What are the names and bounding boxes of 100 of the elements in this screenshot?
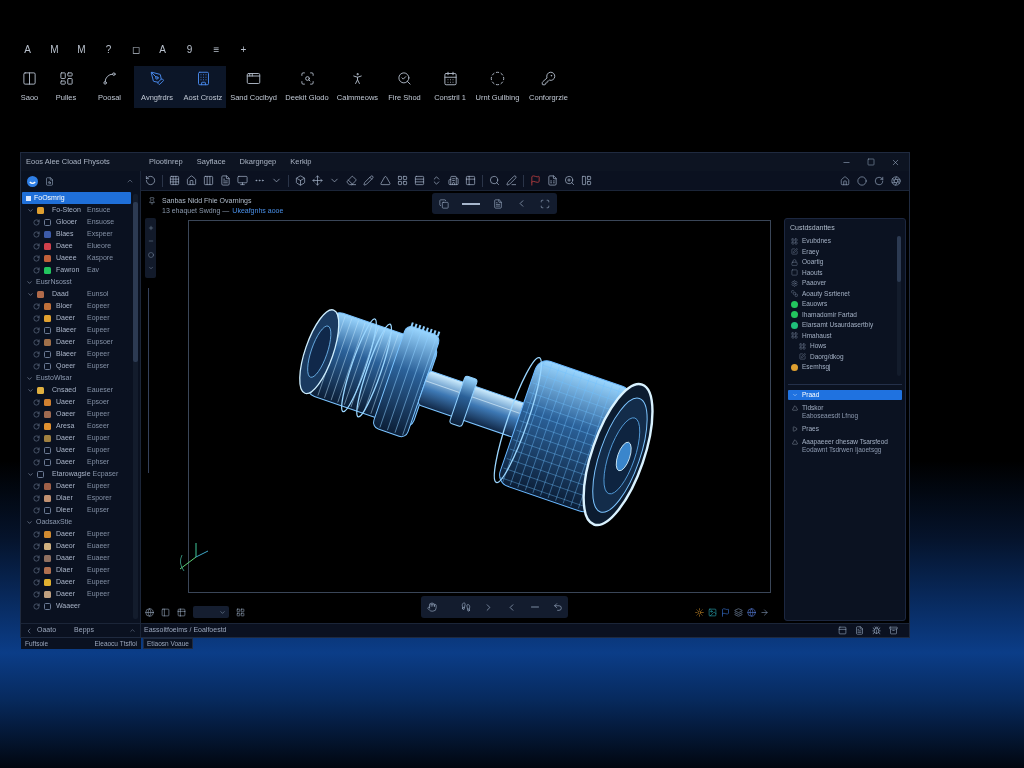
- caret-icon[interactable]: [126, 177, 134, 185]
- search-icon[interactable]: [299, 71, 315, 86]
- refresh-icon: [33, 434, 40, 442]
- toolbar-glyph[interactable]: +: [230, 44, 257, 56]
- globe-icon[interactable]: [747, 608, 756, 617]
- file-icon: [44, 326, 51, 334]
- toolbar-glyph[interactable]: M: [41, 44, 68, 56]
- document-icon[interactable]: [855, 626, 864, 635]
- panel-icon[interactable]: [838, 626, 847, 635]
- panel-icon[interactable]: [581, 175, 592, 186]
- rotate-icon[interactable]: [145, 175, 156, 186]
- toolbar-glyph[interactable]: M: [68, 44, 95, 56]
- search-icon[interactable]: [397, 71, 412, 86]
- refresh-icon: [33, 362, 40, 370]
- document-icon[interactable]: [493, 198, 503, 209]
- chevron-left-icon[interactable]: [25, 626, 33, 635]
- caret-icon[interactable]: [27, 206, 34, 214]
- key-icon[interactable]: [541, 71, 556, 86]
- cube-icon[interactable]: [295, 175, 306, 186]
- circle-icon[interactable]: [147, 251, 154, 258]
- refresh-icon: [33, 590, 40, 598]
- play-icon[interactable]: [792, 426, 798, 432]
- round-logo-icon[interactable]: [27, 175, 38, 187]
- dashboard-icon[interactable]: [58, 71, 74, 86]
- person-icon[interactable]: [350, 71, 365, 86]
- caret-icon[interactable]: [27, 290, 34, 298]
- scrollbar[interactable]: [133, 194, 138, 619]
- copy-icon[interactable]: [439, 198, 449, 209]
- house-icon[interactable]: [186, 175, 197, 186]
- caret-icon[interactable]: [26, 278, 33, 286]
- refresh-icon: [33, 566, 40, 574]
- caret-icon[interactable]: [129, 627, 136, 634]
- rows-icon[interactable]: [414, 175, 425, 186]
- file-search-icon[interactable]: [45, 176, 54, 186]
- toolbar-glyph[interactable]: 9: [176, 44, 203, 56]
- move-icon[interactable]: [312, 175, 323, 186]
- archive-icon[interactable]: [889, 626, 898, 635]
- grid-icon[interactable]: [236, 607, 245, 617]
- grid-icon[interactable]: [169, 175, 180, 186]
- building-icon[interactable]: [195, 71, 211, 86]
- house-icon[interactable]: [840, 175, 850, 186]
- window-icon[interactable]: [246, 71, 261, 86]
- pen-icon[interactable]: [506, 175, 517, 186]
- bug-icon[interactable]: [872, 626, 881, 635]
- circle-icon[interactable]: [857, 175, 867, 186]
- plus-icon[interactable]: [147, 224, 154, 231]
- frame-icon[interactable]: [540, 198, 550, 209]
- updown-icon[interactable]: [431, 175, 442, 186]
- table-icon[interactable]: [465, 175, 476, 186]
- caret-icon[interactable]: [27, 470, 34, 478]
- hand-icon[interactable]: [427, 602, 437, 612]
- toolbar-glyph[interactable]: A: [149, 44, 176, 56]
- flag-icon[interactable]: [721, 608, 730, 617]
- grid-icon[interactable]: [397, 175, 408, 186]
- grid-icon: [799, 342, 806, 350]
- building-icon[interactable]: [448, 175, 459, 186]
- columns-icon[interactable]: [203, 175, 214, 186]
- line-icon[interactable]: [462, 202, 480, 205]
- sun-icon[interactable]: [695, 608, 704, 617]
- footprints-icon[interactable]: [461, 602, 471, 612]
- undo-icon[interactable]: [553, 602, 563, 612]
- search-icon[interactable]: [489, 175, 500, 186]
- picture-icon[interactable]: [708, 608, 717, 617]
- spline-icon[interactable]: [102, 71, 117, 86]
- calendar-icon[interactable]: [442, 71, 458, 86]
- document-icon[interactable]: [220, 175, 231, 186]
- file-icon: [44, 602, 51, 610]
- maximize-icon[interactable]: [867, 158, 875, 166]
- toolbar-glyph[interactable]: ≡: [203, 44, 230, 56]
- eraser-icon[interactable]: [346, 175, 357, 186]
- panel-icon[interactable]: [161, 607, 170, 617]
- aperture-icon[interactable]: [891, 175, 901, 186]
- caret-icon[interactable]: [26, 374, 33, 382]
- caret-icon[interactable]: [27, 386, 34, 394]
- edit-icon: [791, 248, 798, 256]
- dashed-circle-icon[interactable]: [490, 71, 505, 86]
- triangle-icon[interactable]: [380, 175, 391, 186]
- panel-icon[interactable]: [22, 71, 37, 86]
- rotate-icon[interactable]: [874, 175, 884, 186]
- layers-icon[interactable]: [734, 608, 743, 617]
- monitor-icon[interactable]: [237, 175, 248, 186]
- scrollbar[interactable]: [897, 236, 901, 376]
- arrow-icon[interactable]: [760, 608, 769, 617]
- flag-icon[interactable]: [530, 175, 541, 186]
- viewport-canvas[interactable]: [188, 220, 771, 593]
- toolbar-glyph[interactable]: ◻: [122, 44, 149, 56]
- pen-icon[interactable]: [149, 71, 165, 86]
- toolbar-glyph[interactable]: A: [14, 44, 41, 56]
- caret-icon[interactable]: [219, 608, 226, 616]
- table-icon[interactable]: [177, 607, 186, 617]
- close-icon[interactable]: [891, 157, 900, 167]
- globe-icon[interactable]: [145, 607, 154, 617]
- pencil-icon[interactable]: [363, 175, 374, 186]
- triangle-icon[interactable]: [792, 439, 798, 445]
- toolbar-glyph[interactable]: ?: [95, 44, 122, 56]
- spreadsheet-icon[interactable]: [547, 175, 558, 186]
- triangle-icon[interactable]: [792, 405, 798, 411]
- caret-icon[interactable]: [26, 518, 33, 526]
- refresh-icon: [33, 578, 40, 586]
- zoom-icon[interactable]: [564, 175, 575, 186]
